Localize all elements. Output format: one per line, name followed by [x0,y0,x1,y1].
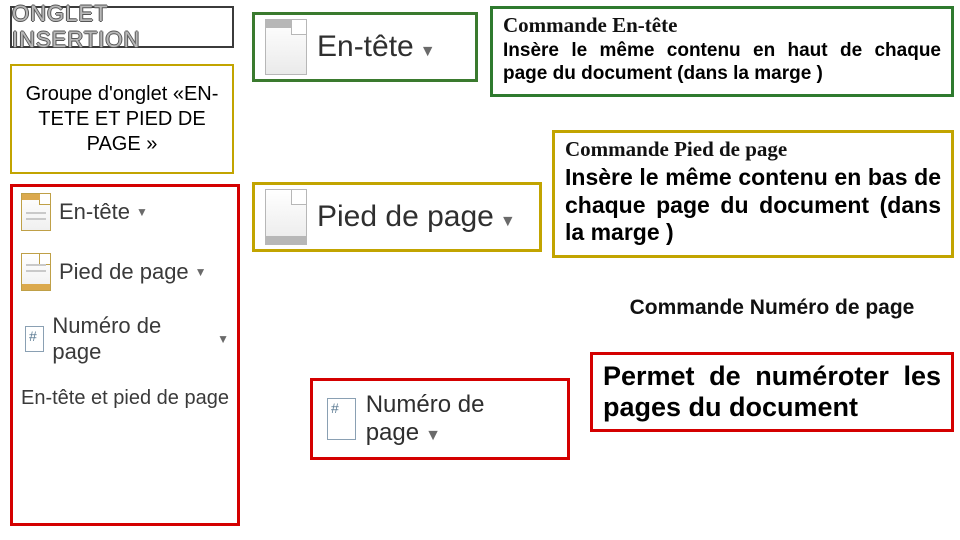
chevron-down-icon: ▼ [425,427,441,444]
header-icon [265,19,307,75]
description-title: Commande En-tête [503,13,941,38]
description-text: Permet de numéroter les pages du documen… [603,361,941,423]
chevron-down-icon: ▼ [420,43,436,60]
description-pageno-title: Commande Numéro de page [590,296,954,320]
tab-title-text: ONGLET INSERTION [12,1,232,53]
ribbon-item-label: Numéro de page [52,313,211,365]
ribbon-item-page-number[interactable]: Numéro de page ▼ [21,313,229,365]
chevron-down-icon: ▼ [500,213,516,230]
footer-icon [21,253,51,291]
ribbon-item-footer[interactable]: Pied de page ▼ [21,253,229,291]
page-number-icon [327,398,356,440]
chevron-down-icon: ▼ [217,332,229,346]
button-label: Pied de page [317,200,494,233]
description-pageno: Permet de numéroter les pages du documen… [590,352,954,432]
ribbon-item-header[interactable]: En-tête ▼ [21,193,229,231]
chevron-down-icon: ▼ [195,265,207,279]
ribbon-group-header-footer: En-tête ▼ Pied de page ▼ Numéro de page … [10,184,240,526]
header-icon [21,193,51,231]
ribbon-group-title: En-tête et pied de page [21,387,229,410]
page-number-icon [25,326,44,352]
description-footer: Commande Pied de page Insère le même con… [552,130,954,258]
ribbon-item-label: Pied de page [59,259,189,285]
button-label: En-tête [317,30,414,63]
button-page-number-large[interactable]: Numéro de page▼ [310,378,570,460]
group-label: Groupe d'onglet «EN-TETE ET PIED DE PAGE… [10,64,234,174]
description-text: Insère le même contenu en bas de chaque … [565,164,941,247]
footer-icon [265,189,307,245]
button-footer-large[interactable]: Pied de page ▼ [252,182,542,252]
ribbon-item-label: En-tête [59,199,130,225]
tab-title: ONGLET INSERTION [10,6,234,48]
button-header-large[interactable]: En-tête ▼ [252,12,478,82]
group-label-text: Groupe d'onglet «EN-TETE ET PIED DE PAGE… [16,82,228,157]
chevron-down-icon: ▼ [136,205,148,219]
description-text: Insère le même contenu en haut de chaque… [503,40,941,86]
description-header: Commande En-tête Insère le même contenu … [490,6,954,97]
description-title: Commande Pied de page [565,137,941,162]
